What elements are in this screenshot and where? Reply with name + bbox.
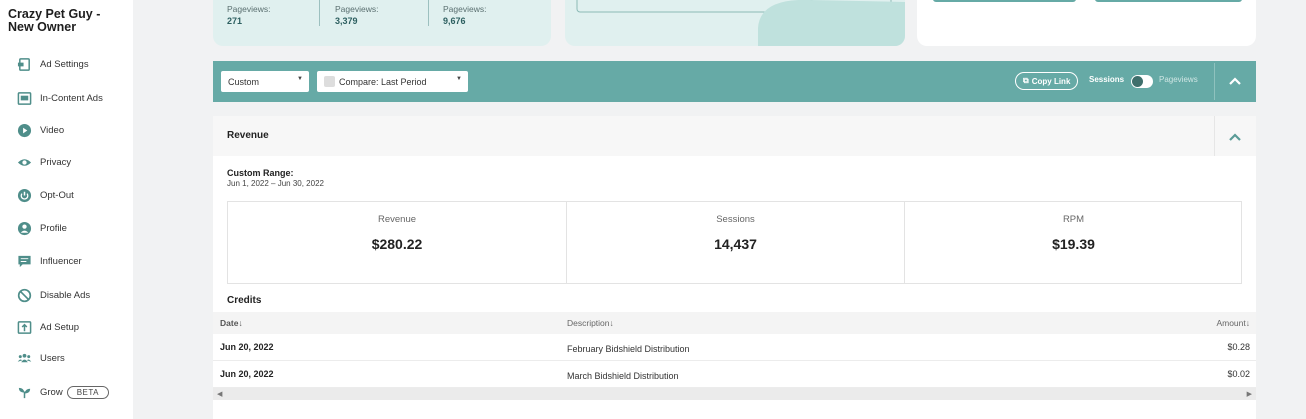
credit-amount: $0.02 <box>1227 369 1250 379</box>
sidebar-item-label: Profile <box>40 222 67 234</box>
caret-down-icon: ▼ <box>456 76 462 82</box>
divider <box>1214 116 1215 156</box>
sidebar-item-label: Video <box>40 124 65 136</box>
actions-card <box>917 0 1256 46</box>
filter-toolbar: Custom ▼ Compare: Last Period ▼ ⧉ Copy L… <box>213 61 1256 102</box>
sort-arrow-icon: ↓ <box>1245 318 1250 328</box>
column-header-description[interactable]: Description↓ <box>567 318 614 328</box>
table-row: Jun 20, 2022 February Bidshield Distribu… <box>213 334 1256 361</box>
copy-icon: ⧉ <box>1023 76 1029 85</box>
column-header-amount[interactable]: Amount↓ <box>1216 318 1250 328</box>
action-buttons-partial <box>933 0 1242 2</box>
horizontal-scrollbar[interactable]: ◀ ▶ <box>213 388 1256 400</box>
sidebar-item-video[interactable]: Video <box>15 120 64 140</box>
scroll-left-icon[interactable]: ◀ <box>217 390 222 398</box>
divider <box>428 0 429 26</box>
sort-arrow-icon: ↓ <box>238 318 243 328</box>
sidebar-item-label: Grow <box>40 386 63 398</box>
sidebar-item-privacy[interactable]: Privacy <box>15 152 71 172</box>
chevron-up-icon[interactable] <box>1227 73 1243 89</box>
credits-title: Credits <box>227 295 262 306</box>
sidebar-item-profile[interactable]: Profile <box>15 218 67 238</box>
video-play-icon <box>15 121 33 139</box>
sidebar-item-label: Opt-Out <box>40 189 74 201</box>
credit-description: February Bidshield Distribution <box>567 344 690 354</box>
upload-icon <box>15 318 33 336</box>
block-icon <box>15 286 33 304</box>
sessions-pageviews-toggle[interactable] <box>1131 75 1153 88</box>
stat-rpm: RPM $19.39 <box>904 202 1242 283</box>
pageviews-stat: Pageviews: 271 <box>227 4 271 26</box>
sidebar-item-label: Disable Ads <box>40 289 91 301</box>
sidebar-item-opt-out[interactable]: Opt-Out <box>15 185 74 205</box>
scroll-right-icon[interactable]: ▶ <box>1247 390 1252 398</box>
credit-date: Jun 20, 2022 <box>220 369 274 379</box>
stat-revenue: Revenue $280.22 <box>371 214 423 252</box>
custom-range-value: Jun 1, 2022 – Jun 30, 2022 <box>227 179 324 188</box>
sidebar-item-disable-ads[interactable]: Disable Ads <box>15 285 90 305</box>
copy-link-button[interactable]: ⧉ Copy Link <box>1015 72 1079 90</box>
eye-icon <box>15 153 33 171</box>
pageviews-stat: Pageviews: 3,379 <box>335 4 379 26</box>
sidebar-item-users[interactable]: Users <box>15 348 65 368</box>
chevron-up-icon[interactable] <box>1227 129 1243 145</box>
toggle-knob <box>1132 76 1143 87</box>
user-icon <box>15 219 33 237</box>
compare-select[interactable]: Compare: Last Period ▼ <box>317 71 468 92</box>
power-icon <box>15 186 33 204</box>
sidebar-item-ad-settings[interactable]: Ad Settings <box>15 54 89 74</box>
toggle-label-pageviews: Pageviews <box>1159 75 1198 84</box>
pageviews-summary-card: Pageviews: 271 Pageviews: 3,379 Pageview… <box>213 0 551 46</box>
graph-card <box>565 0 905 46</box>
pageviews-stat: Pageviews: 9,676 <box>443 4 487 26</box>
sort-arrow-icon: ↓ <box>609 318 614 328</box>
divider <box>319 0 320 26</box>
users-icon <box>15 349 33 367</box>
credits-table-header: Date↓ Description↓ Amount↓ <box>213 312 1256 334</box>
caret-down-icon: ▼ <box>297 76 303 82</box>
credit-date: Jun 20, 2022 <box>220 342 274 352</box>
compare-checkbox[interactable] <box>324 76 335 87</box>
sidebar-item-label: In-Content Ads <box>40 92 103 104</box>
column-header-date[interactable]: Date↓ <box>220 318 243 328</box>
decorative-graphic <box>576 0 905 46</box>
credit-amount: $0.28 <box>1227 342 1250 352</box>
sidebar-item-label: Influencer <box>40 255 82 267</box>
custom-range-label: Custom Range: <box>227 168 294 178</box>
panel-title: Revenue <box>227 130 269 141</box>
site-title: Crazy Pet Guy - New Owner <box>8 7 101 34</box>
sidebar-item-label: Ad Setup <box>40 321 80 333</box>
revenue-panel: Revenue Custom Range: Jun 1, 2022 – Jun … <box>213 116 1256 419</box>
sidebar-item-grow[interactable]: Grow BETA <box>15 382 110 402</box>
sidebar-item-label: Ad Settings <box>40 58 89 70</box>
credit-description: March Bidshield Distribution <box>567 371 679 381</box>
divider <box>1214 63 1215 100</box>
table-row: Jun 20, 2022 March Bidshield Distributio… <box>213 361 1256 388</box>
grow-icon <box>15 383 33 401</box>
sidebar-item-label: Users <box>40 352 65 364</box>
in-content-ads-icon <box>15 89 33 107</box>
sidebar-item-label: Privacy <box>40 156 72 168</box>
toggle-label-sessions: Sessions <box>1089 75 1125 84</box>
sidebar-item-in-content-ads[interactable]: In-Content Ads <box>15 88 103 108</box>
sidebar-item-ad-setup[interactable]: Ad Setup <box>15 317 79 337</box>
beta-badge: BETA <box>66 385 110 399</box>
sidebar-item-influencer[interactable]: Influencer <box>15 251 82 271</box>
sidebar: Crazy Pet Guy - New Owner Ad Settings In… <box>0 0 133 419</box>
date-range-select[interactable]: Custom ▼ <box>221 71 309 92</box>
chat-icon <box>15 252 33 270</box>
stats-grid: Revenue $280.22 Sessions 14,437 RPM $19.… <box>227 201 1242 284</box>
ad-settings-icon <box>15 55 33 73</box>
panel-header[interactable]: Revenue <box>213 116 1256 156</box>
stat-sessions: Sessions 14,437 <box>566 202 904 283</box>
